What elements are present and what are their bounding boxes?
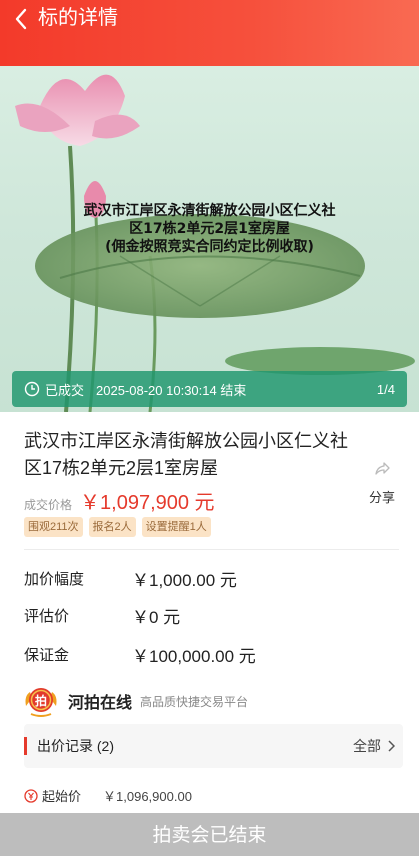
stats-tags: 围观211次 报名2人 设置提醒1人 [24, 517, 211, 537]
clock-icon [24, 381, 40, 397]
views-tag: 围观211次 [24, 517, 83, 537]
platform-description: 高品质快捷交易平台 [140, 694, 249, 709]
caption-line-2: 区17栋2单元2层1室房屋 [129, 221, 290, 237]
section-accent-bar [24, 737, 27, 755]
increment-label: 加价幅度 [24, 571, 85, 588]
auction-status: 已成交 [45, 382, 85, 398]
appraisal-row: 评估价 ￥0 元 [24, 603, 180, 628]
deposit-row: 保证金 ￥100,000.00 元 [24, 642, 256, 667]
bid-records-title: 出价记录 (2) [37, 738, 114, 754]
top-bar: 标的详情 [0, 0, 419, 66]
appraisal-value: ￥0 元 [132, 608, 181, 627]
share-label: 分享 [368, 490, 395, 505]
deal-price-row: 成交价格 ￥1,097,900 元 [24, 486, 215, 515]
auction-status-bar: 已成交 2025-08-20 10:30:14 结束 1/4 [12, 371, 407, 407]
platform-logo-text: 拍 [35, 693, 47, 708]
item-image-carousel[interactable]: 武汉市江岸区永清街解放公园小区仁义社 区17栋2单元2层1室房屋 (佣金按照竞实… [0, 66, 419, 412]
auction-platform[interactable]: 拍 河拍在线 高品质快捷交易平台 [22, 684, 248, 718]
auction-end-time: 2025-08-20 10:30:14 结束 [96, 382, 247, 398]
image-page-indicator: 1/4 [376, 381, 395, 397]
item-title: 武汉市江岸区永清街解放公园小区仁义社区17栋2单元2层1室房屋 [24, 431, 348, 478]
appraisal-label: 评估价 [24, 608, 70, 625]
caption-line-3: (佣金按照竞实合同约定比例收取) [105, 239, 314, 255]
start-price-label: 起始价 [42, 789, 82, 804]
auction-ended-button[interactable]: 拍卖会已结束 [0, 813, 419, 856]
increment-value: ￥1,000.00 元 [132, 571, 237, 590]
platform-logo-icon: 拍 [22, 684, 60, 718]
chevron-right-icon [387, 740, 395, 752]
deposit-label: 保证金 [24, 647, 70, 664]
share-button[interactable]: 分享 [365, 460, 399, 506]
image-overlay-caption: 武汉市江岸区永清街解放公园小区仁义社 区17栋2单元2层1室房屋 (佣金按照竞实… [30, 202, 389, 256]
platform-name: 河拍在线 [68, 695, 133, 712]
caption-line-1: 武汉市江岸区永清街解放公园小区仁义社 [83, 203, 336, 219]
deposit-value: ￥100,000.00 元 [132, 647, 256, 666]
deal-price-value: ￥1,097,900 元 [80, 492, 215, 514]
bid-records-bar[interactable]: 出价记录 (2) 全部 [24, 724, 403, 768]
start-price-row: 起始价 ￥1,096,900.00 [24, 786, 192, 805]
deal-price-label: 成交价格 [24, 498, 73, 512]
view-all-bids-link[interactable]: 全部 [353, 736, 403, 756]
increment-row: 加价幅度 ￥1,000.00 元 [24, 566, 237, 591]
share-icon [373, 462, 391, 482]
divider [24, 549, 399, 550]
start-price-value: ￥1,096,900.00 [103, 789, 192, 804]
reminders-tag: 设置提醒1人 [141, 517, 211, 537]
page-title: 标的详情 [38, 7, 118, 29]
price-coin-icon [24, 788, 38, 803]
view-all-label: 全部 [353, 738, 381, 754]
signups-tag: 报名2人 [88, 517, 136, 537]
back-arrow-icon[interactable] [4, 6, 38, 32]
